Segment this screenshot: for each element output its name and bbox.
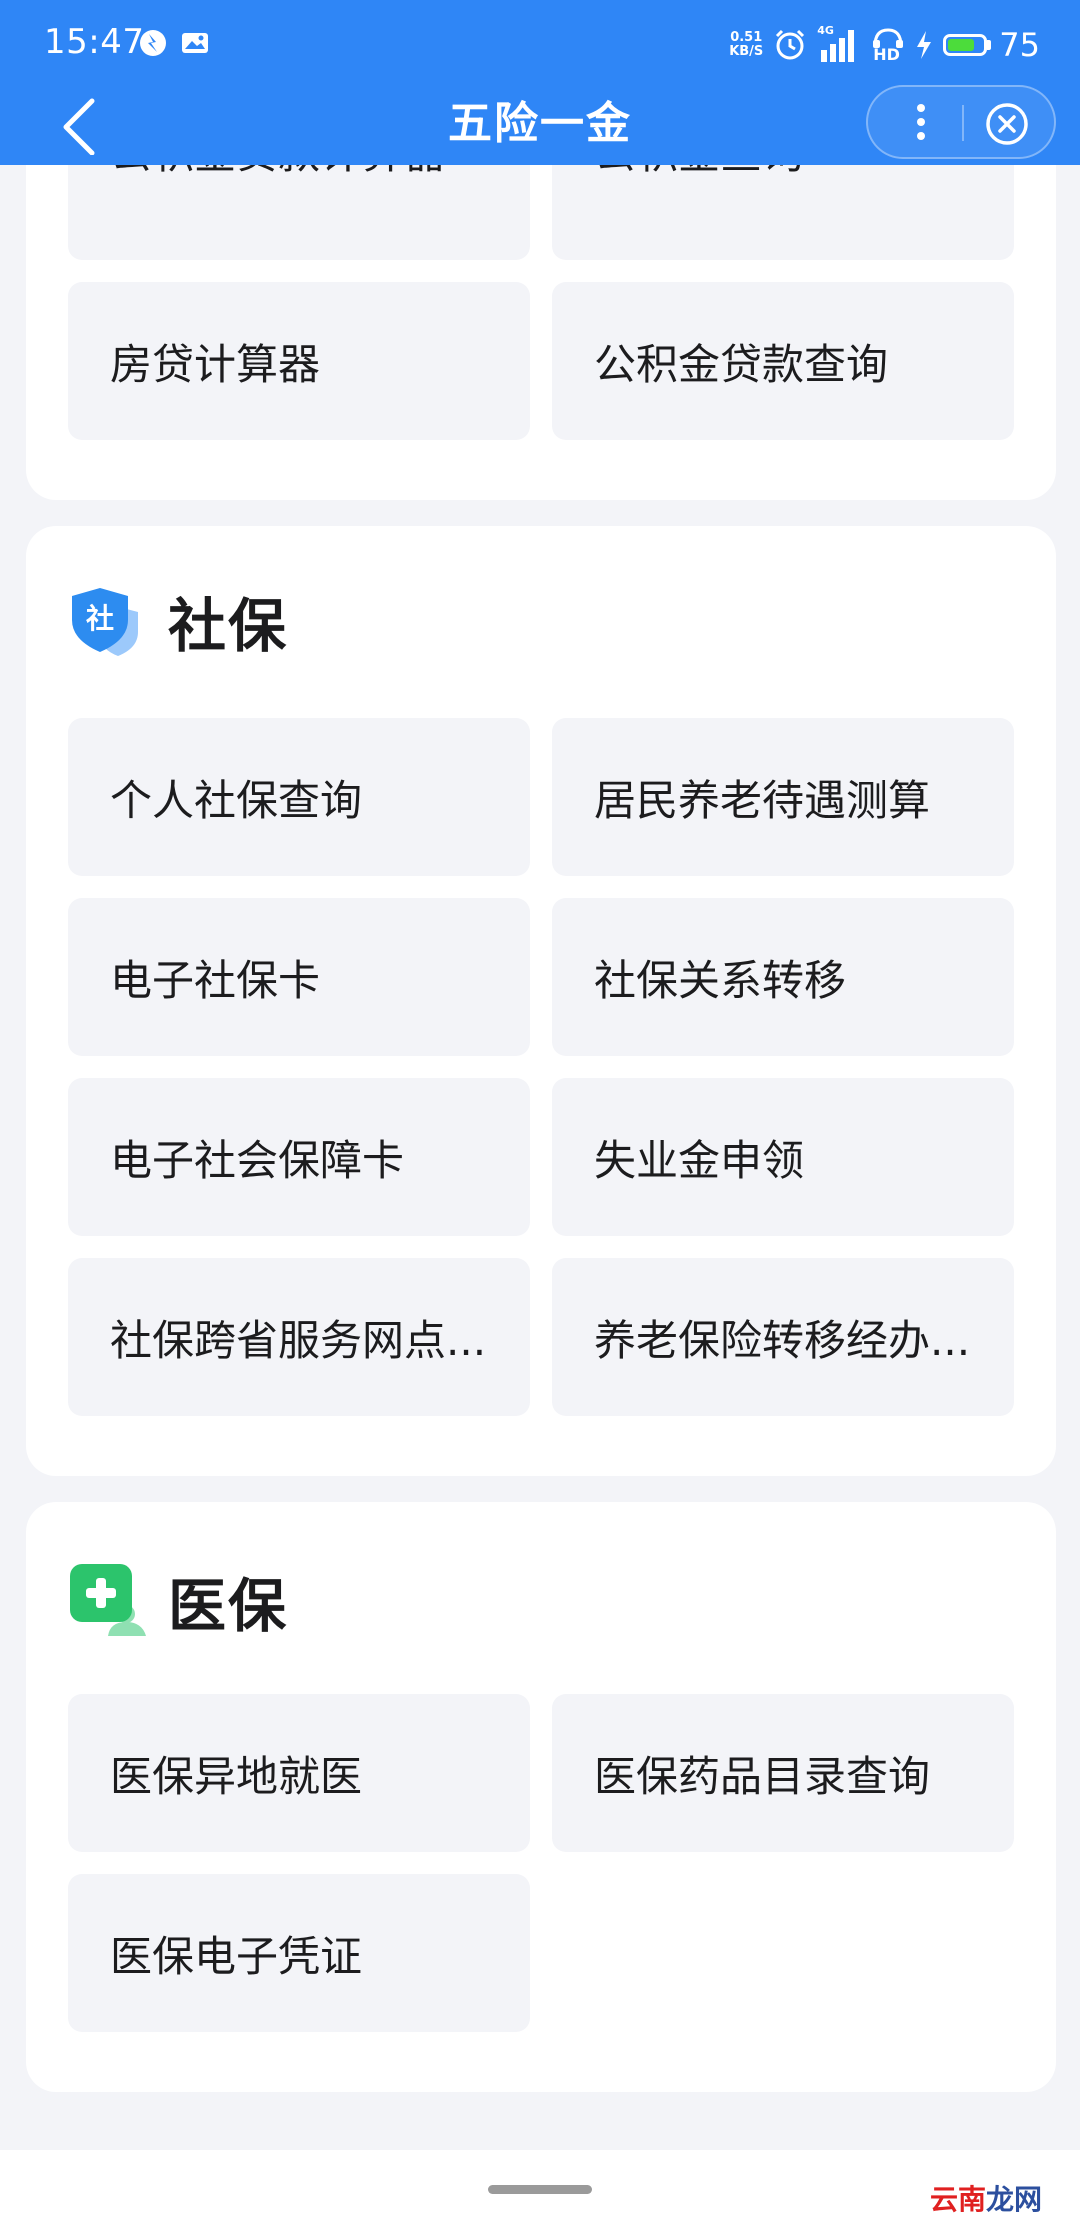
vpn-icon [140,30,166,56]
tile-label: 医保电子凭证 [110,1931,363,1981]
tile-medical-e-voucher[interactable]: 医保电子凭证 [68,1874,530,2032]
watermark-part2: 龙网 [985,2183,1042,2216]
tile-unemployment-claim[interactable]: 失业金申领 [552,1078,1014,1236]
tile-medical-remote-care[interactable]: 医保异地就医 [68,1694,530,1852]
tile-label: 个人社保查询 [110,775,363,825]
net-speed-unit: KB/S [729,44,764,59]
tile-label: 医保异地就医 [110,1751,363,1801]
capsule-divider [962,105,964,141]
tile-pension-transfer-handling[interactable]: 养老保险转移经办... [552,1258,1014,1416]
social-insurance-card: 社 社保 个人社保查询 居民养老待遇测算 电子社保卡 社保关系转移 电子社会保障… [26,526,1056,1476]
tile-fund-loan-query[interactable]: 公积金贷款查询 [552,282,1014,440]
battery-indicator: 75 [943,26,1040,64]
battery-level [948,39,974,51]
hd-indicator: HD [871,28,905,64]
medical-section-title: 医保 [168,1572,289,1640]
tile-pension-estimate[interactable]: 居民养老待遇测算 [552,718,1014,876]
tile-label: 社保关系转移 [594,955,847,1005]
tile-label: 电子社保卡 [110,955,321,1005]
alarm-icon [776,29,805,60]
signal-indicator: 4G [817,24,861,62]
hd-label: HD [873,45,900,64]
net-speed-value: 0.51 [730,30,763,45]
medical-insurance-card: 医保 医保异地就医 医保药品目录查询 医保电子凭证 [26,1502,1056,2092]
tile-label: 失业金申领 [594,1135,805,1185]
tile-e-social-card[interactable]: 电子社保卡 [68,898,530,1056]
image-notification-icon [182,33,208,53]
battery-tip [987,40,992,50]
home-indicator[interactable] [488,2185,592,2194]
battery-percent: 75 [999,26,1040,64]
social-shield-icon: 社 [72,588,138,656]
more-icon[interactable] [898,99,944,145]
tile-drug-catalog-query[interactable]: 医保药品目录查询 [552,1694,1014,1852]
social-section-header: 社 社保 [68,576,288,666]
social-section-title: 社保 [168,592,289,660]
tile-label: 医保药品目录查询 [594,1751,931,1801]
tile-label: 社保跨省服务网点... [110,1315,487,1365]
tile-e-social-security-card[interactable]: 电子社会保障卡 [68,1078,530,1236]
nav-bar: 五险一金 [0,85,1080,165]
tile-social-transfer[interactable]: 社保关系转移 [552,898,1014,1056]
status-bar: 15:47 0.51 KB/S 4G HD 75 [0,0,1080,90]
tile-label: 居民养老待遇测算 [594,775,931,825]
fund-card: 公积金贷款计算器 公积金查询 房贷计算器 公积金贷款查询 [26,110,1056,500]
charging-icon [917,31,932,59]
tile-cross-province-outlets[interactable]: 社保跨省服务网点... [68,1258,530,1416]
tile-label: 公积金贷款查询 [594,339,889,389]
app-header: 15:47 0.51 KB/S 4G HD 75 五险一金 [0,0,1080,165]
close-icon[interactable] [984,101,1030,147]
tile-personal-social-query[interactable]: 个人社保查询 [68,718,530,876]
signal-icon [821,30,855,62]
watermark-part1: 云南 [929,2183,986,2216]
net-speed: 0.51 KB/S [729,31,763,59]
tile-label: 养老保险转移经办... [594,1315,971,1365]
status-time: 15:47 [44,22,145,62]
watermark: 云南龙网 [930,2178,1042,2218]
medical-cross-icon [70,1564,146,1636]
medical-section-header: 医保 [68,1556,288,1646]
tile-label: 电子社会保障卡 [110,1135,405,1185]
mini-program-capsule [866,85,1056,159]
tile-mortgage-calculator[interactable]: 房贷计算器 [68,282,530,440]
tile-label: 房贷计算器 [110,339,321,389]
status-right: 0.51 KB/S 4G HD 75 [729,20,1040,70]
svg-text:社: 社 [86,602,114,635]
battery-icon [943,34,988,56]
